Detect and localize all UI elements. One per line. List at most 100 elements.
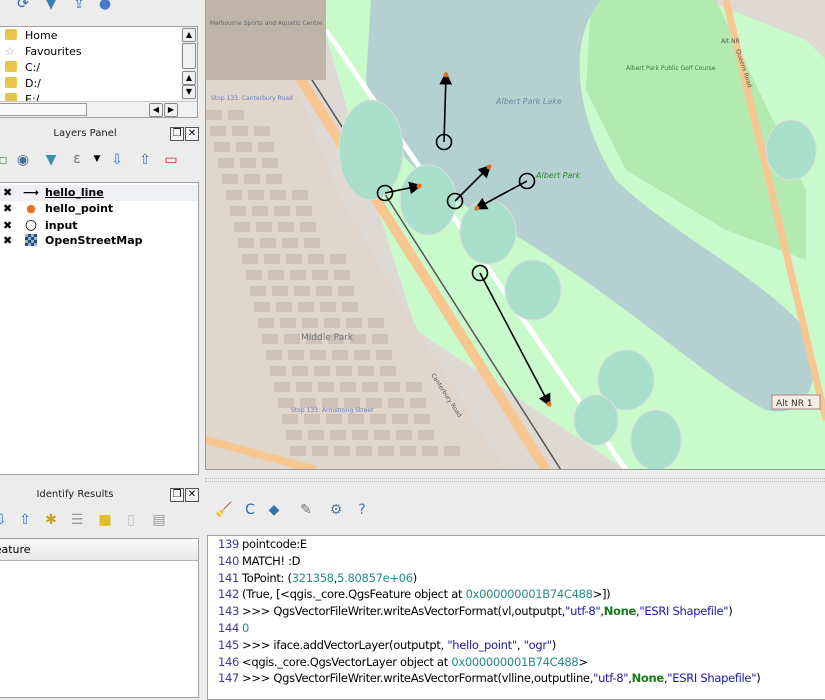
expand-new-icon[interactable]: ✱: [42, 512, 60, 528]
close-button[interactable]: ✕: [185, 488, 199, 502]
star-icon: ☆: [5, 45, 15, 58]
close-button[interactable]: ✕: [185, 127, 199, 141]
collapse-all-icon[interactable]: ⇧: [136, 152, 154, 168]
building: [406, 382, 422, 392]
float-button[interactable]: ❐: [170, 488, 184, 502]
raster-layer-icon: [23, 233, 39, 249]
clear-console-icon[interactable]: 🧹: [215, 502, 233, 518]
filter-icon[interactable]: ▼: [42, 0, 60, 12]
identify-results-tree[interactable]: Feature: [0, 538, 199, 698]
browser-item[interactable]: C:/: [5, 60, 40, 76]
building: [418, 430, 434, 440]
browser-item-label: C:/: [25, 61, 41, 74]
info-icon[interactable]: ●: [96, 0, 114, 12]
expand-icon[interactable]: ⇩: [0, 512, 10, 528]
building: [282, 414, 298, 424]
help-icon[interactable]: ?: [353, 502, 371, 518]
visibility-checkbox[interactable]: ✖: [3, 201, 15, 217]
building: [272, 286, 288, 296]
scroll-left-button[interactable]: ◀: [149, 103, 163, 117]
building: [384, 382, 400, 392]
building: [330, 254, 346, 264]
eye-icon[interactable]: ◉: [14, 152, 32, 168]
layer-item[interactable]: ✖ ○ input: [3, 217, 78, 233]
layer-item[interactable]: ✖ OpenStreetMap: [3, 233, 143, 249]
sports-oval: [573, 394, 619, 446]
scroll-up-button[interactable]: ▲: [182, 71, 196, 85]
building: [334, 446, 350, 456]
code-token: ): [551, 637, 557, 652]
gear-icon[interactable]: ⚙: [327, 502, 345, 518]
vertical-scrollbar[interactable]: ▲ ▲ ▼: [181, 27, 197, 101]
building: [368, 318, 384, 328]
layer-item[interactable]: ✖ ● hello_point: [3, 201, 113, 217]
collapse-icon[interactable]: ⇧: [16, 512, 34, 528]
column-header-feature[interactable]: Feature: [0, 539, 198, 561]
copy-icon[interactable]: ▯: [122, 512, 140, 528]
browser-tree[interactable]: Home ☆ Favourites C:/D:/E:/ ▲ ▲ ▼ ◀ ▶: [0, 26, 198, 118]
scroll-up-button[interactable]: ▲: [182, 28, 196, 42]
visibility-checkbox[interactable]: ✖: [3, 233, 15, 249]
layer-name: input: [45, 219, 78, 232]
visibility-checkbox[interactable]: ✖: [3, 218, 15, 234]
code-token: "ESRI Shapefile": [639, 604, 729, 619]
building: [302, 318, 318, 328]
building: [228, 110, 244, 120]
print-icon[interactable]: ▤: [150, 512, 168, 528]
collapse-icon[interactable]: ⇪: [70, 0, 88, 12]
splitter-handle[interactable]: [205, 478, 825, 482]
building: [240, 158, 256, 168]
python-icon[interactable]: ◆: [265, 502, 283, 518]
building: [400, 446, 416, 456]
run-command-icon[interactable]: C: [241, 502, 259, 518]
code-token: "utf-8": [565, 604, 601, 619]
expand-all-icon[interactable]: ⇩: [108, 152, 126, 168]
building: [248, 190, 264, 200]
layers-panel-title: Layers Panel: [53, 128, 117, 139]
building: [294, 286, 310, 296]
layer-item[interactable]: ✖ ⟶ hello_line: [3, 185, 104, 201]
console-line: 146 <qgis._core.QgsVectorLayer object at …: [218, 654, 588, 671]
hello-point-feature: [474, 205, 480, 211]
chevron-down-icon[interactable]: ▼: [88, 151, 106, 167]
line-number: 139: [218, 537, 240, 551]
form-view-icon[interactable]: ☰: [68, 512, 86, 528]
code-token: ): [756, 671, 761, 686]
visibility-checkbox[interactable]: ✖: [3, 185, 15, 201]
building: [356, 446, 372, 456]
horizontal-scrollbar[interactable]: ◀ ▶: [0, 101, 197, 117]
remove-layer-icon[interactable]: ▭: [162, 152, 180, 168]
editor-icon[interactable]: ✎: [297, 502, 315, 518]
building: [334, 270, 350, 280]
refresh-icon[interactable]: ⟳: [14, 0, 32, 12]
layers-list[interactable]: ✖ ⟶ hello_line ✖ ● hello_point ✖ ○ input ✖ OpenStr…: [0, 182, 199, 475]
building: [286, 430, 302, 440]
clear-highlight-icon[interactable]: ■: [96, 512, 114, 528]
building: [268, 270, 284, 280]
scroll-down-button[interactable]: ▼: [182, 85, 196, 99]
browser-item[interactable]: ☆ Favourites: [5, 44, 82, 60]
building: [218, 158, 234, 168]
hello-point-feature: [416, 183, 422, 189]
map-label-suburb: Middle Park: [301, 333, 354, 343]
float-button[interactable]: ❐: [170, 127, 184, 141]
filter-icon[interactable]: ▼: [42, 152, 60, 168]
map-canvas[interactable]: Albert Park Lake Albert Park Middle Park…: [205, 0, 825, 470]
building: [222, 174, 238, 184]
browser-item[interactable]: Home: [5, 28, 57, 44]
building: [290, 446, 306, 456]
expression-filter-icon[interactable]: ε: [68, 151, 86, 167]
building: [254, 302, 270, 312]
sports-oval: [765, 119, 817, 181]
building: [396, 430, 412, 440]
scroll-right-button[interactable]: ▶: [164, 103, 178, 117]
scroll-thumb[interactable]: [0, 103, 87, 116]
building: [210, 126, 226, 136]
code-token: <qgis._core.QgsVectorLayer object at: [242, 654, 452, 669]
aquatic-centre: [206, 0, 326, 80]
browser-item[interactable]: D:/: [5, 76, 41, 92]
add-group-icon[interactable]: ▫: [0, 152, 12, 168]
building: [348, 414, 364, 424]
code-token: >>> iface.addVectorLayer(outputpt,: [242, 637, 448, 652]
scroll-thumb[interactable]: [182, 43, 196, 69]
